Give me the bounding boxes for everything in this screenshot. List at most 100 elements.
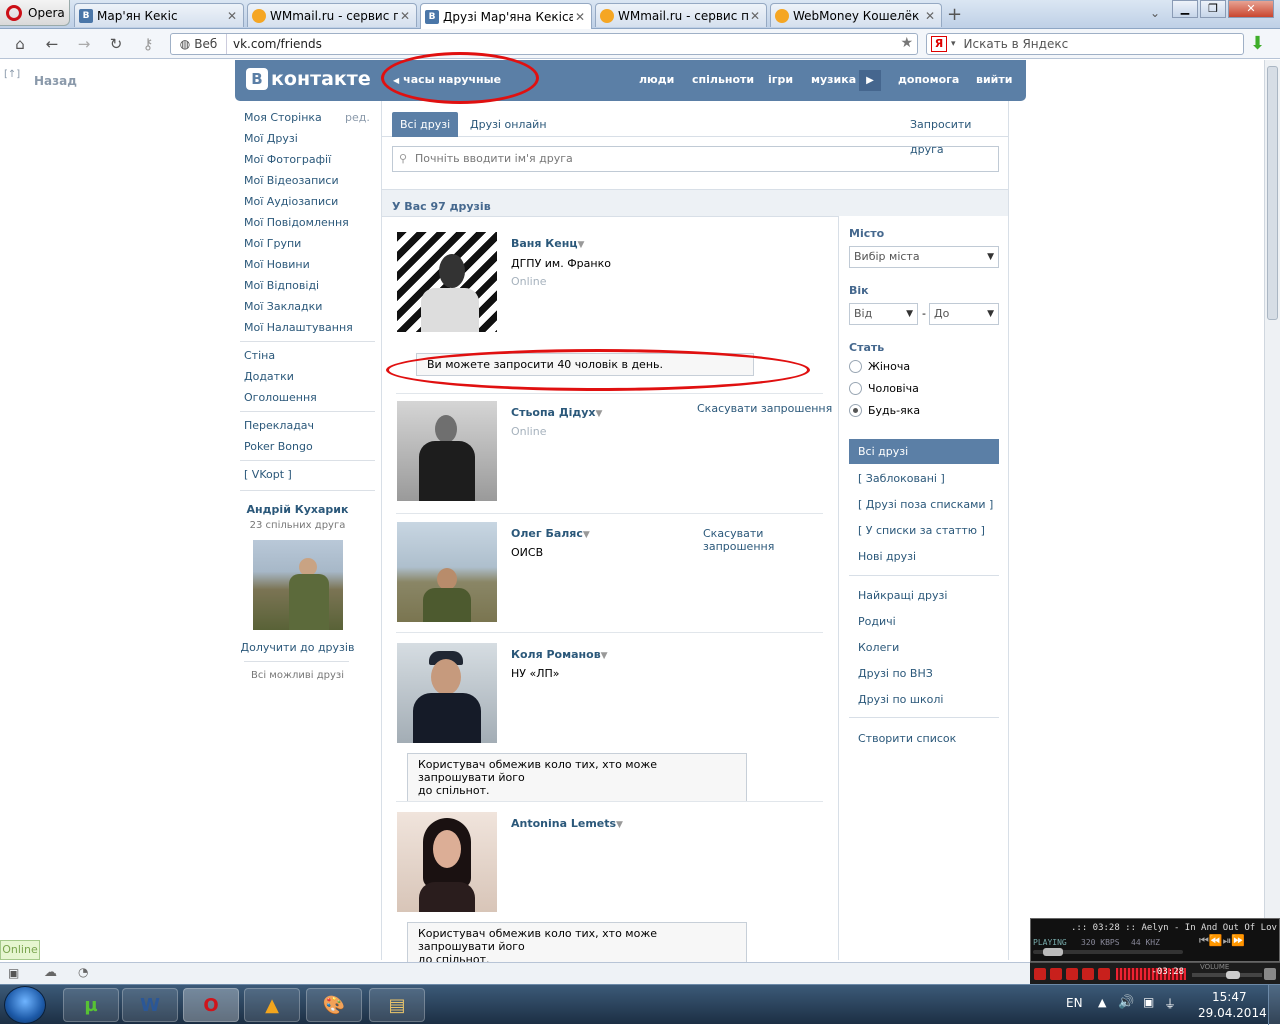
all-possible-friends-link[interactable]: Всі можливі друзі — [240, 670, 355, 681]
word-icon[interactable]: W — [122, 988, 178, 1022]
play-icon[interactable] — [1034, 968, 1046, 980]
forward-arrow-icon[interactable]: → — [73, 34, 95, 54]
new-tab-button[interactable]: + — [947, 4, 962, 25]
download-arrow-icon[interactable]: ⬇ — [1250, 33, 1265, 54]
radio-checked-icon[interactable] — [849, 404, 862, 417]
friend-name[interactable]: Коля Романов▼ — [511, 648, 608, 661]
volume-thumb[interactable] — [1226, 971, 1240, 979]
caret-down-icon[interactable]: ▼ — [616, 820, 623, 830]
close-icon[interactable]: ✕ — [573, 10, 587, 24]
vk-logo[interactable]: В контакте — [246, 68, 371, 90]
minimize-button[interactable]: ▁ — [1172, 0, 1198, 18]
menu-my-videos[interactable]: Мої Відеозаписи — [244, 174, 339, 187]
site-info-button[interactable]: ◍ Веб — [171, 34, 227, 54]
friend-name[interactable]: Стьопа Дідух▼ — [511, 406, 602, 419]
usb-icon[interactable]: ⏚ — [1164, 995, 1176, 1012]
bookmark-star-icon[interactable]: ★ — [900, 35, 913, 51]
list-by-sex[interactable]: [ У списки за статтю ] — [858, 524, 985, 537]
age-to-select[interactable]: До ▼ — [929, 303, 999, 325]
list-new-friends[interactable]: Нові друзі — [858, 550, 916, 563]
home-icon[interactable]: ⌂ — [9, 34, 31, 54]
friend-photo[interactable] — [397, 232, 497, 332]
menu-wall[interactable]: Стіна — [244, 349, 275, 362]
tray-arrow-icon[interactable]: ▲ — [1098, 996, 1106, 1009]
close-icon[interactable]: ✕ — [398, 9, 412, 23]
nav-communities[interactable]: спільноти — [692, 73, 754, 86]
list-all-friends[interactable]: Всі друзі — [849, 439, 999, 464]
next-icon[interactable] — [1098, 968, 1110, 980]
list-university-friends[interactable]: Друзі по ВНЗ — [858, 667, 933, 680]
radio-icon[interactable] — [849, 360, 862, 373]
nav-help[interactable]: допомога — [898, 73, 959, 86]
friend-photo[interactable] — [397, 401, 497, 501]
create-list-link[interactable]: Створити список — [858, 732, 956, 745]
age-from-select[interactable]: Від ▼ — [849, 303, 918, 325]
menu-my-bookmarks[interactable]: Мої Закладки — [244, 300, 322, 313]
opera-menu-button[interactable]: Opera — [0, 0, 70, 26]
yandex-search-input[interactable]: Я ▾ Искать в Яндекс — [926, 33, 1244, 55]
key-icon[interactable]: ⚷ — [137, 34, 159, 54]
volume-icon[interactable]: 🔊 — [1118, 995, 1134, 1010]
scrollbar-thumb[interactable] — [1267, 66, 1278, 320]
player-seek-thumb[interactable] — [1043, 948, 1063, 956]
close-icon[interactable]: ✕ — [923, 9, 937, 23]
caret-down-icon[interactable]: ▼ — [578, 240, 585, 250]
tab-all-friends[interactable]: Всі друзі — [392, 112, 459, 137]
nav-music[interactable]: музика — [811, 73, 856, 86]
list-colleagues[interactable]: Колеги — [858, 641, 899, 654]
pause-icon[interactable] — [1050, 968, 1062, 980]
sex-female-radio[interactable]: Жіноча — [849, 360, 910, 373]
nav-logout[interactable]: вийти — [976, 73, 1012, 86]
back-arrow-icon[interactable]: ← — [41, 34, 63, 54]
aimp-icon[interactable]: ▲ — [244, 988, 300, 1022]
player-controls-icons[interactable]: ⏮⏪⏯⏩ — [1199, 934, 1245, 948]
music-play-icon[interactable]: ▶ — [859, 70, 881, 91]
list-blocked[interactable]: [ Заблоковані ] — [858, 472, 945, 485]
tab-1[interactable]: B Мар'ян Кекіс ✕ — [74, 3, 244, 27]
tab-5[interactable]: WebMoney Кошелёк »... ✕ — [770, 3, 942, 27]
menu-edit-link[interactable]: ред. — [345, 111, 370, 124]
suggest-friend-name[interactable]: Андрій Кухарик — [240, 503, 355, 516]
friend-photo[interactable] — [397, 522, 497, 622]
menu-my-photos[interactable]: Мої Фотографії — [244, 153, 331, 166]
menu-my-friends[interactable]: Мої Друзі — [244, 132, 298, 145]
sex-any-radio[interactable]: Будь-яка — [849, 404, 920, 417]
stop-icon[interactable] — [1066, 968, 1078, 980]
friend-search-input[interactable]: ⚲ Почніть вводити ім'я друга — [392, 146, 999, 172]
friend-photo[interactable] — [397, 643, 497, 743]
nav-people[interactable]: люди — [639, 73, 674, 86]
show-desktop-button[interactable] — [1268, 985, 1280, 1025]
list-best-friends[interactable]: Найкращі друзі — [858, 589, 947, 602]
tab-4[interactable]: WMmail.ru - сервис п... ✕ — [595, 3, 767, 27]
caret-down-icon[interactable]: ▼ — [583, 530, 590, 540]
page-scrollbar[interactable] — [1264, 60, 1280, 960]
close-icon[interactable]: ✕ — [748, 9, 762, 23]
invite-friend-link[interactable]: Запросити друга — [902, 112, 1008, 156]
add-friend-link[interactable]: Долучити до друзів — [240, 641, 355, 654]
menu-my-answers[interactable]: Мої Відповіді — [244, 279, 319, 292]
caret-down-icon[interactable]: ▼ — [601, 651, 608, 661]
previous-icon[interactable] — [1082, 968, 1094, 980]
list-outside-lists[interactable]: [ Друзі поза списками ] — [858, 498, 993, 511]
start-button[interactable] — [4, 986, 46, 1024]
suggest-friend-photo[interactable] — [253, 540, 343, 630]
panel-toggle-icon[interactable]: ▣ — [8, 966, 19, 980]
address-field[interactable]: ◍ Веб vk.com/friends ★ — [170, 33, 918, 55]
opera-taskbar-icon[interactable]: O — [183, 988, 239, 1022]
close-window-button[interactable]: ✕ — [1228, 0, 1274, 18]
menu-poker-bongo[interactable]: Poker Bongo — [244, 440, 313, 453]
friend-photo[interactable] — [397, 812, 497, 912]
tab-3-active[interactable]: B Друзі Мар'яна Кекіса |... ✕ — [420, 3, 592, 29]
caret-down-icon[interactable]: ▼ — [596, 409, 603, 419]
tab-friends-online[interactable]: Друзі онлайн — [462, 112, 555, 137]
maximize-button[interactable]: ❐ — [1200, 0, 1226, 18]
explorer-folder-icon[interactable]: ▤ — [369, 988, 425, 1022]
friend-name[interactable]: Ваня Кенц▼ — [511, 237, 584, 250]
menu-my-news[interactable]: Мої Новини — [244, 258, 310, 271]
cancel-request-link[interactable]: Скасувати запрошення — [697, 402, 832, 415]
cancel-request-link[interactable]: Скасувати — [703, 527, 763, 540]
close-icon[interactable]: ✕ — [225, 9, 239, 23]
speed-dial-icon[interactable]: ◔ — [78, 965, 88, 979]
friend-name[interactable]: Antonina Lemets▼ — [511, 817, 623, 830]
menu-my-audio[interactable]: Мої Аудіозаписи — [244, 195, 338, 208]
